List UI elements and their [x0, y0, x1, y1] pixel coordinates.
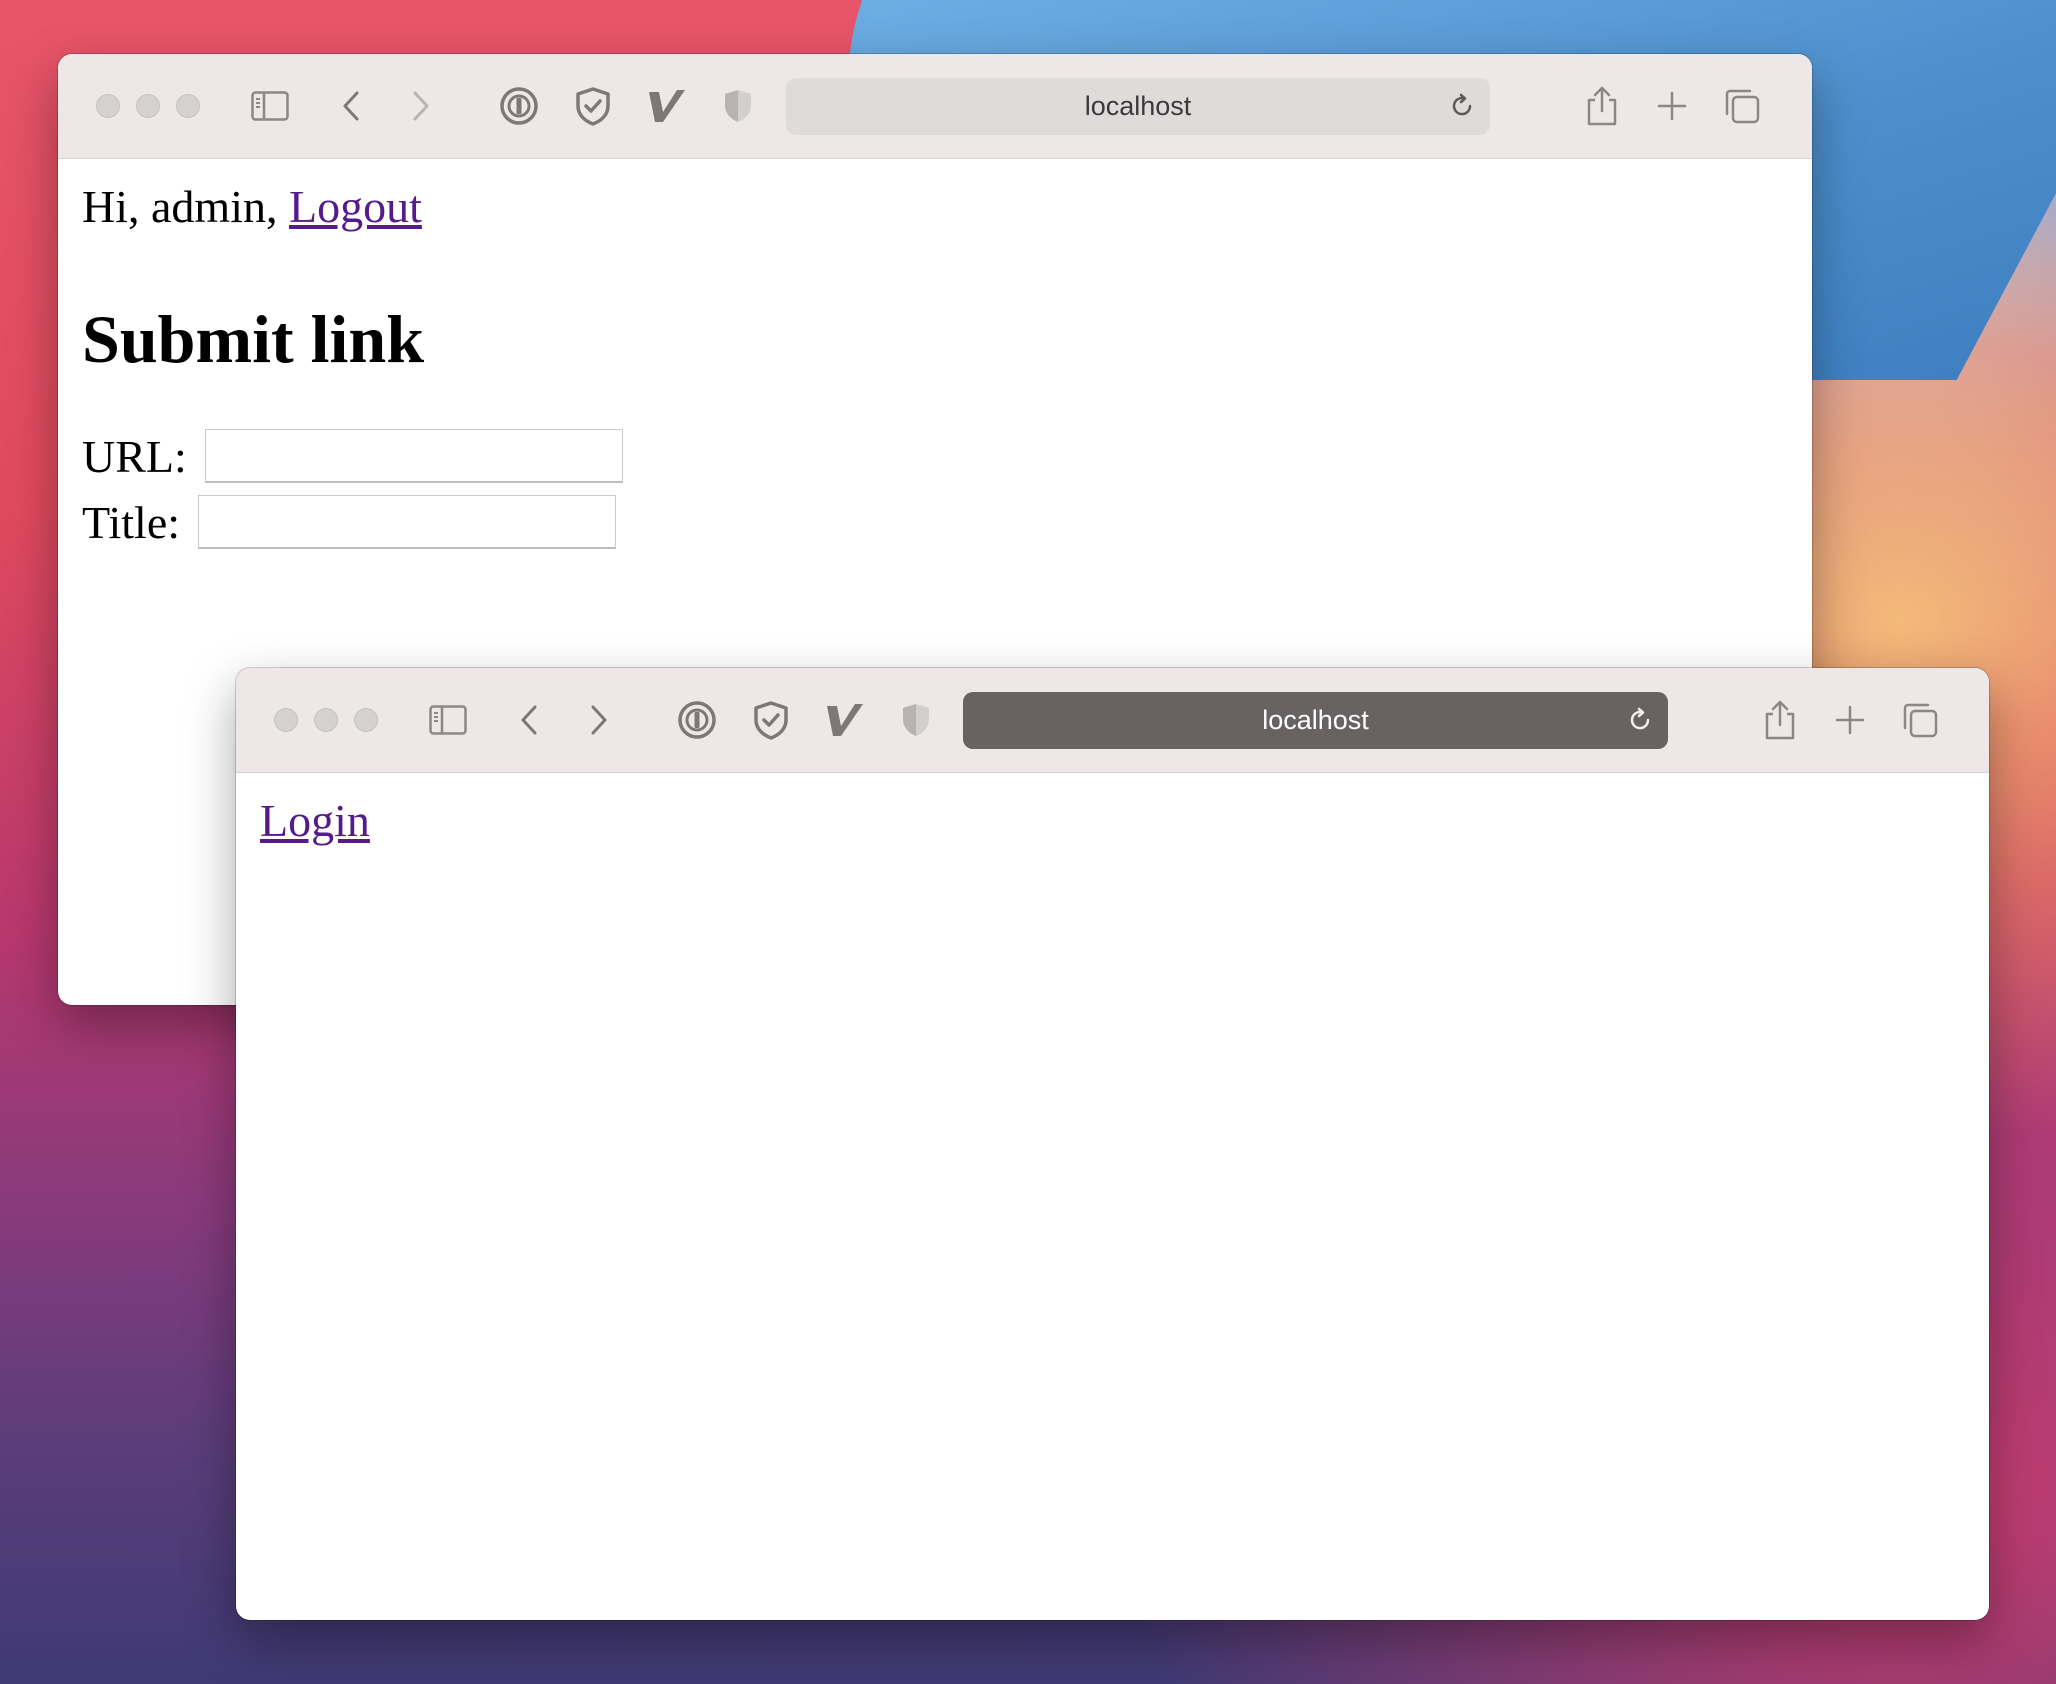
sidebar-toggle-icon[interactable]: [250, 54, 290, 158]
title-row: Title:: [82, 489, 1788, 555]
back-arrow-icon[interactable]: [514, 668, 544, 772]
close-window-button[interactable]: [274, 708, 298, 732]
new-tab-icon[interactable]: [1832, 668, 1868, 772]
sidebar-toggle-icon[interactable]: [428, 668, 468, 772]
url-label: URL:: [82, 430, 187, 482]
title-label: Title:: [82, 496, 181, 548]
zoom-window-button[interactable]: [176, 94, 200, 118]
new-tab-icon[interactable]: [1654, 54, 1690, 158]
page-content: Login: [236, 773, 1989, 869]
reload-icon[interactable]: [1626, 706, 1654, 739]
v-extension-icon[interactable]: [646, 54, 688, 158]
browser-toolbar: localhost: [236, 668, 1989, 773]
title-input[interactable]: [198, 495, 617, 549]
share-icon[interactable]: [1760, 668, 1800, 772]
greeting-text: Hi, admin,: [82, 181, 278, 232]
password-manager-icon[interactable]: [676, 668, 718, 772]
forward-arrow-icon[interactable]: [406, 54, 436, 158]
page-content: Hi, admin, Logout Submit link URL: Title…: [58, 159, 1812, 575]
zoom-window-button[interactable]: [354, 708, 378, 732]
address-text: localhost: [1084, 91, 1192, 121]
back-arrow-icon[interactable]: [336, 54, 366, 158]
browser-toolbar: localhost: [58, 54, 1812, 159]
privacy-shield-icon[interactable]: [898, 668, 934, 772]
password-manager-icon[interactable]: [498, 54, 540, 158]
browser-window-front[interactable]: localhost Login: [236, 668, 1989, 1620]
user-greeting: Hi, admin, Logout: [82, 179, 1788, 235]
minimize-window-button[interactable]: [314, 708, 338, 732]
share-icon[interactable]: [1582, 54, 1622, 158]
window-controls: [274, 668, 394, 772]
tab-overview-icon[interactable]: [1900, 668, 1940, 772]
tab-overview-icon[interactable]: [1722, 54, 1762, 158]
window-controls: [96, 54, 216, 158]
address-text: localhost: [1262, 705, 1369, 735]
shield-check-icon[interactable]: [572, 54, 614, 158]
shield-check-icon[interactable]: [750, 668, 792, 772]
close-window-button[interactable]: [96, 94, 120, 118]
privacy-shield-icon[interactable]: [720, 54, 756, 158]
logout-link[interactable]: Logout: [289, 181, 422, 232]
url-input[interactable]: [204, 429, 623, 483]
forward-arrow-icon[interactable]: [584, 668, 614, 772]
reload-icon[interactable]: [1448, 92, 1476, 125]
page-title: Submit link: [82, 301, 425, 377]
login-line: Login: [260, 793, 1965, 849]
address-bar[interactable]: localhost: [963, 692, 1668, 749]
v-extension-icon[interactable]: [824, 668, 866, 772]
login-link[interactable]: Login: [260, 795, 370, 846]
address-bar[interactable]: localhost: [786, 78, 1490, 135]
url-row: URL:: [82, 423, 1788, 489]
minimize-window-button[interactable]: [136, 94, 160, 118]
